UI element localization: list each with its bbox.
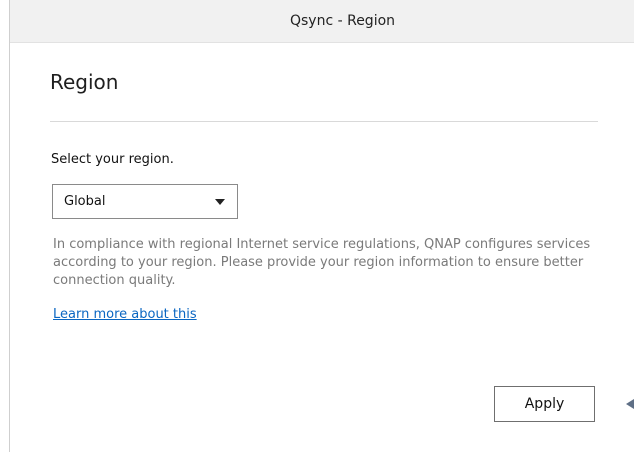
apply-button[interactable]: Apply [494,386,595,422]
region-select-label: Select your region. [51,152,174,167]
arrow-left-icon [626,399,634,409]
page-title: Region [50,70,119,94]
qsync-region-window: Qsync - Region Region Select your region… [9,0,634,452]
chevron-down-icon [215,198,225,205]
window-title: Qsync - Region [289,13,396,29]
region-dropdown[interactable]: Global [52,184,238,219]
header-divider [50,121,598,122]
region-description: In compliance with regional Internet ser… [53,237,591,288]
window-titlebar: Qsync - Region [10,0,634,43]
region-dropdown-value: Global [64,194,106,209]
learn-more-link[interactable]: Learn more about this [53,307,197,322]
